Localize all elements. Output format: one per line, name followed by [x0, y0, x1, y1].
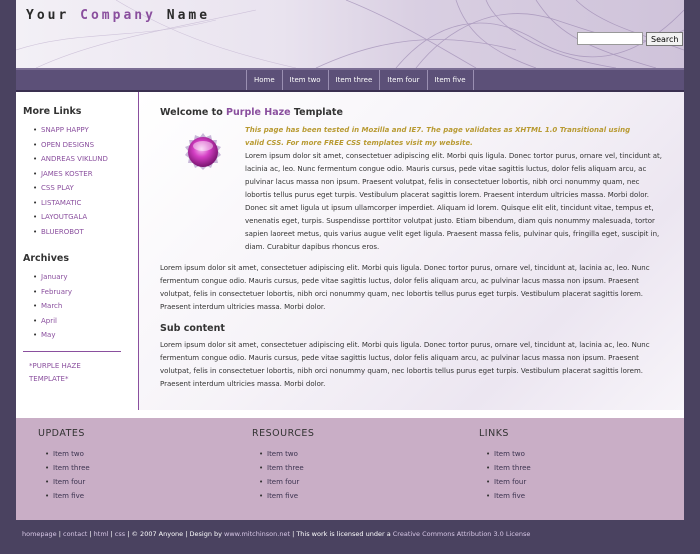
footer-col-title: RESOURCES — [252, 428, 315, 439]
archive-link-february[interactable]: February — [33, 285, 138, 300]
logo-text-name: Name — [155, 8, 211, 23]
license-text: | This work is licensed under a — [290, 530, 393, 538]
footer-col-links: LINKS Item two Item three Item four Item… — [479, 428, 679, 503]
footer-link[interactable]: Item five — [259, 489, 452, 503]
promo-line-1: *PURPLE HAZE — [29, 361, 81, 370]
footer-link[interactable]: Item four — [45, 475, 238, 489]
footer-link[interactable]: Item three — [259, 461, 452, 475]
footer-html-link[interactable]: html — [94, 530, 109, 538]
footer-col-list: Item two Item three Item four Item five — [252, 447, 452, 503]
welcome-title-accent: Purple Haze — [226, 107, 291, 118]
archive-link-april[interactable]: April — [33, 314, 138, 329]
footer-css-link[interactable]: css — [115, 530, 125, 538]
sub-content-heading: Sub content — [160, 323, 225, 334]
nav-item-two[interactable]: Item two — [281, 70, 328, 90]
footer-col-title: UPDATES — [38, 428, 85, 439]
footer-link[interactable]: Item four — [486, 475, 679, 489]
archives-heading: Archives — [23, 253, 69, 264]
footer-col-list: Item two Item three Item four Item five — [479, 447, 679, 503]
copyright-text: © 2007 Anyone | Design by — [129, 530, 225, 538]
main-content: Welcome to Purple Haze Template This pag… — [139, 92, 684, 410]
footer-col-updates: UPDATES Item two Item three Item four It… — [38, 428, 238, 503]
footer-link[interactable]: Item two — [45, 447, 238, 461]
copyright-bar: homepage | contact | html | css | © 2007… — [16, 520, 684, 554]
archives-list: January February March April May — [23, 270, 138, 343]
nav-item-four[interactable]: Item four — [379, 70, 426, 90]
page: Your Company Name Search Home Item two I… — [16, 0, 684, 554]
welcome-title: Welcome to Purple Haze Template — [160, 107, 666, 118]
footer-contact-link[interactable]: contact — [63, 530, 87, 538]
welcome-title-suffix: Template — [290, 107, 343, 118]
sidebar: More Links SNAPP HAPPY OPEN DESIGNS ANDR… — [16, 92, 139, 410]
navigation-bar: Home Item two Item three Item four Item … — [16, 68, 684, 92]
footer-col-title: LINKS — [479, 428, 509, 439]
sidebar-link-james-koster[interactable]: JAMES KOSTER — [33, 167, 138, 182]
archive-link-january[interactable]: January — [33, 270, 138, 285]
footer-link[interactable]: Item two — [259, 447, 452, 461]
content-paragraph-1: Lorem ipsum dolor sit amet, consectetuer… — [245, 152, 663, 251]
template-promo: *PURPLE HAZE TEMPLATE* — [23, 350, 121, 386]
main-nav: Home Item two Item three Item four Item … — [246, 70, 474, 90]
footer-link[interactable]: Item five — [486, 489, 679, 503]
sidebar-link-andreas-viklund[interactable]: ANDREAS VIKLUND — [33, 152, 138, 167]
sidebar-link-layoutgala[interactable]: LAYOUTGALA — [33, 210, 138, 225]
license-link[interactable]: Creative Commons Attribution 3.0 License — [393, 530, 531, 538]
nav-item-three[interactable]: Item three — [327, 70, 380, 90]
sidebar-link-listamatic[interactable]: LISTAMATIC — [33, 196, 138, 211]
footer-link[interactable]: Item two — [486, 447, 679, 461]
footer-link[interactable]: Item three — [45, 461, 238, 475]
footer-link[interactable]: Item four — [259, 475, 452, 489]
more-links-list: SNAPP HAPPY OPEN DESIGNS ANDREAS VIKLUND… — [23, 123, 138, 239]
nav-item-five[interactable]: Item five — [426, 70, 474, 90]
sidebar-link-open-designs[interactable]: OPEN DESIGNS — [33, 138, 138, 153]
logo-text-company: Company — [80, 8, 156, 23]
search-form: Search — [577, 32, 684, 46]
logo-text-your: Your — [26, 8, 81, 23]
more-links-heading: More Links — [23, 106, 82, 117]
promo-line-2: TEMPLATE* — [29, 374, 69, 383]
search-button[interactable]: Search — [646, 32, 684, 46]
purple-orb-icon — [185, 133, 221, 170]
sidebar-link-css-play[interactable]: CSS PLAY — [33, 181, 138, 196]
validation-note: This page has been tested in Mozilla and… — [245, 126, 631, 147]
footer-link[interactable]: Item five — [45, 489, 238, 503]
search-input[interactable] — [577, 32, 643, 45]
footer-col-resources: RESOURCES Item two Item three Item four … — [252, 428, 452, 503]
sidebar-link-bluerobot[interactable]: BLUEROBOT — [33, 225, 138, 240]
content-paragraph-2: Lorem ipsum dolor sit amet, consectetuer… — [160, 264, 650, 311]
header: Your Company Name Search — [16, 0, 684, 68]
footer-link[interactable]: Item three — [486, 461, 679, 475]
sidebar-link-snapp-happy[interactable]: SNAPP HAPPY — [33, 123, 138, 138]
welcome-title-prefix: Welcome to — [160, 107, 227, 118]
nav-item-home[interactable]: Home — [246, 70, 282, 90]
designer-link[interactable]: www.mitchinson.net — [224, 530, 290, 538]
footer-columns: UPDATES Item two Item three Item four It… — [16, 418, 684, 520]
archive-link-march[interactable]: March — [33, 299, 138, 314]
content-paragraph-3: Lorem ipsum dolor sit amet, consectetuer… — [160, 341, 650, 388]
footer-col-list: Item two Item three Item four Item five — [38, 447, 238, 503]
footer-homepage-link[interactable]: homepage — [22, 530, 57, 538]
archive-link-may[interactable]: May — [33, 328, 138, 343]
company-logo[interactable]: Your Company Name — [26, 8, 210, 23]
